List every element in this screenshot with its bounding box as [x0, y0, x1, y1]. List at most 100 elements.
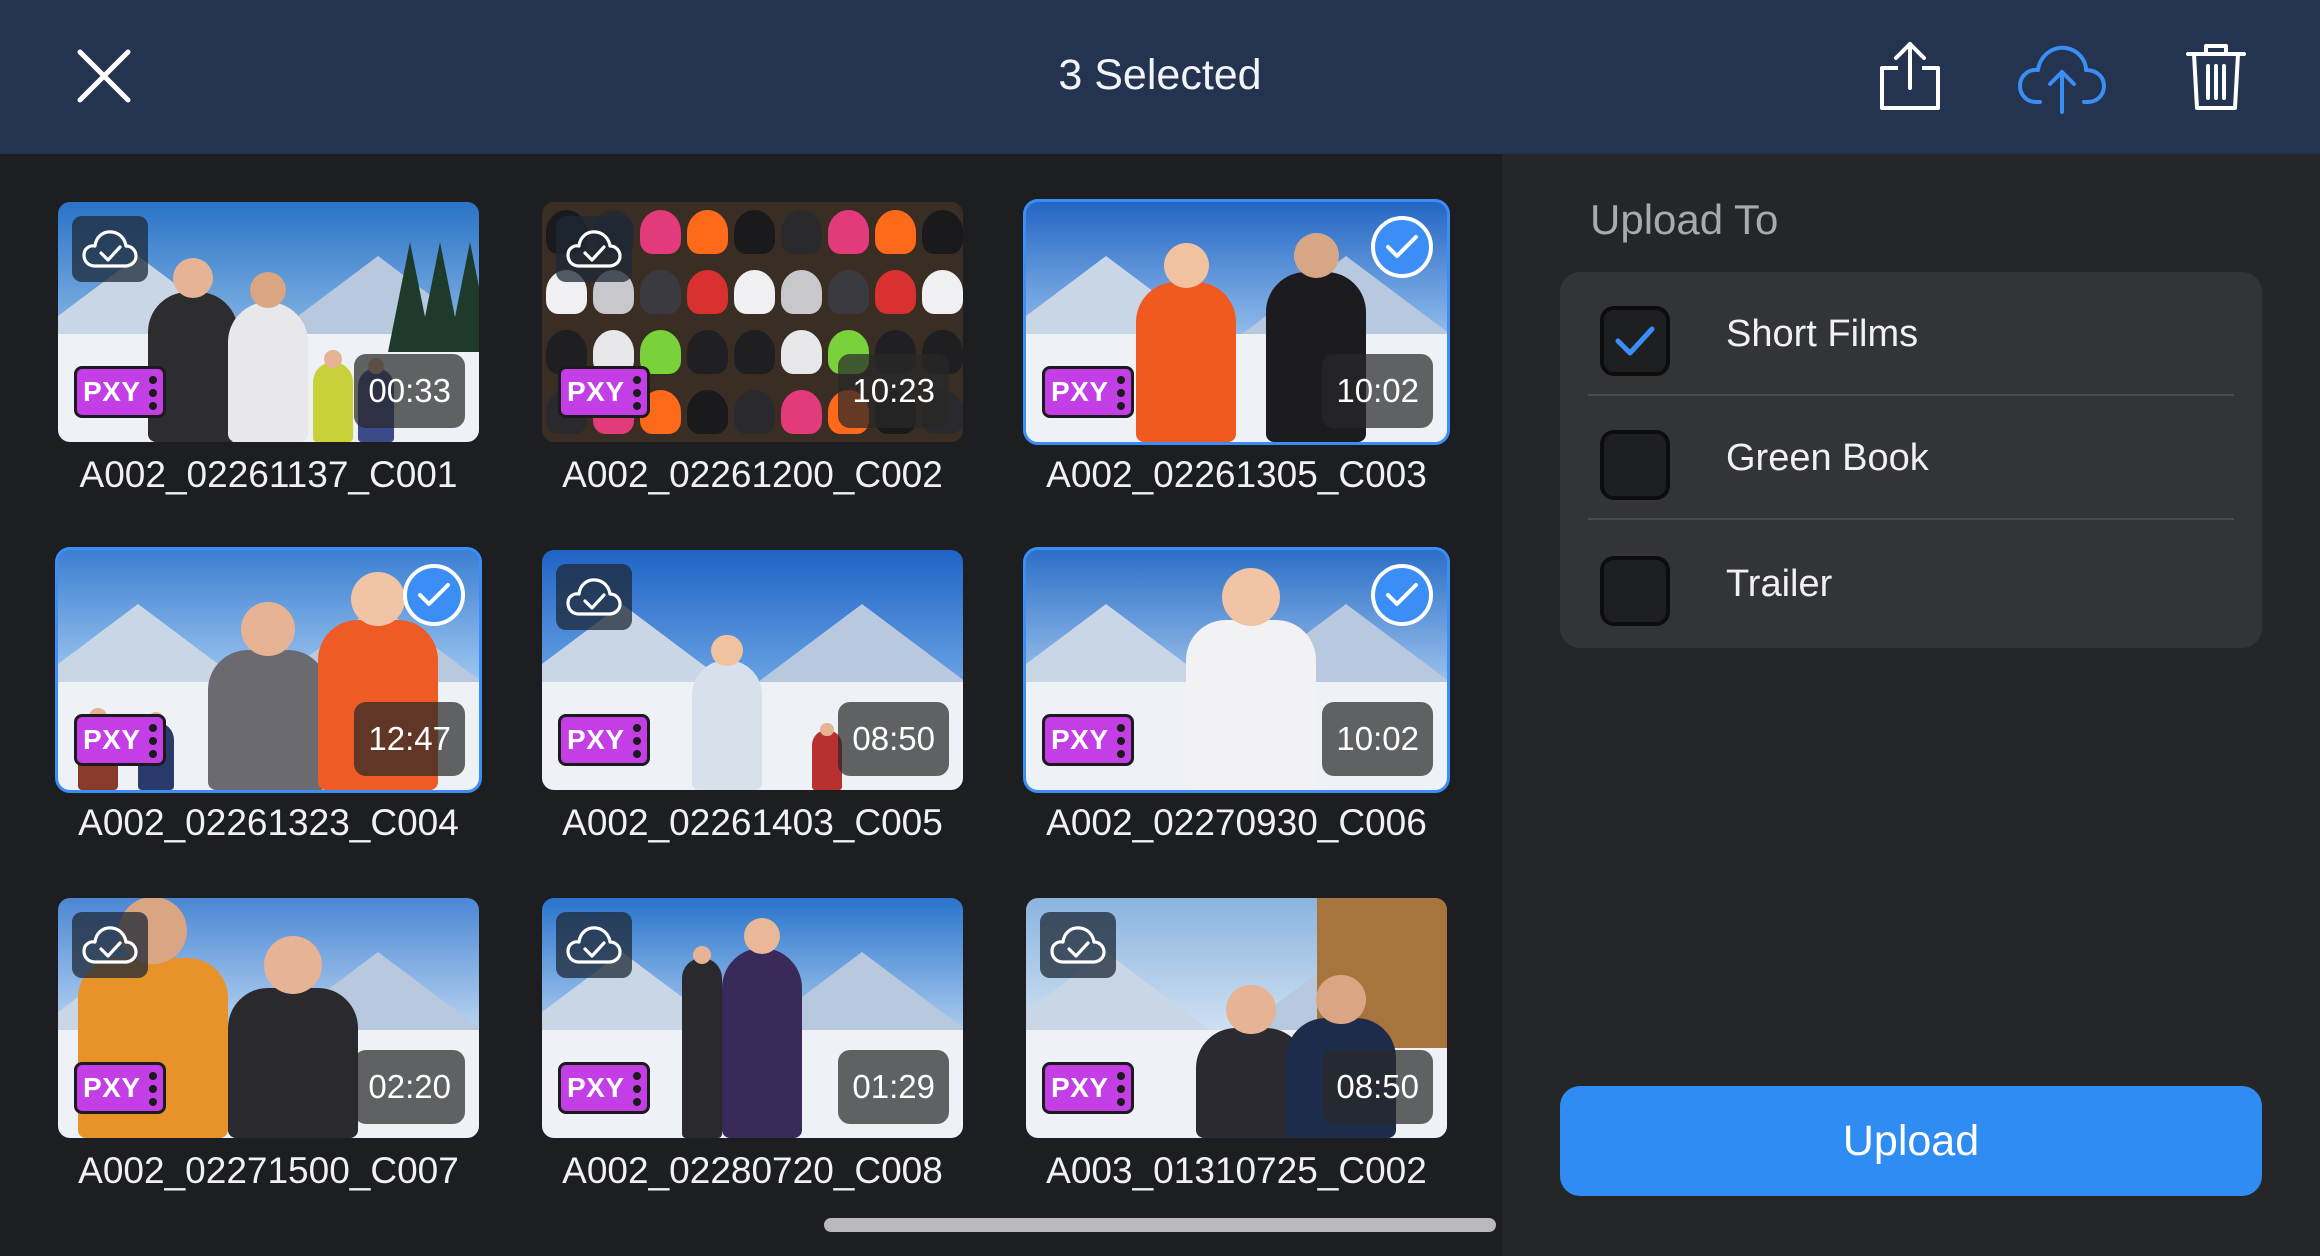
film-sprocket-icon — [149, 376, 157, 410]
clip-duration: 10:23 — [838, 354, 949, 428]
clip-duration: 10:02 — [1322, 702, 1433, 776]
clip-tile[interactable]: PXY 02:20 A002_02271500_C007 — [58, 898, 479, 1192]
clip-duration: 12:47 — [354, 702, 465, 776]
short-films-checkbox[interactable] — [1600, 306, 1670, 376]
cloud-upload-icon — [2018, 45, 2106, 114]
upload-to-heading: Upload To — [1590, 196, 1779, 243]
destination-label: Trailer — [1726, 563, 1833, 605]
film-sprocket-icon — [633, 1072, 641, 1106]
proxy-badge-label: PXY — [567, 1072, 625, 1103]
clip-tile[interactable]: PXY 12:47 A002_02261323_C004 — [55, 547, 482, 844]
clip-thumbnail[interactable]: PXY 08:50 — [542, 550, 963, 790]
destination-label: Short Films — [1726, 313, 1919, 355]
clip-tile[interactable]: PXY 08:50 A002_02261403_C005 — [542, 550, 963, 844]
film-sprocket-icon — [1117, 724, 1125, 758]
cloud-synced-badge — [72, 912, 148, 978]
clip-thumbnail[interactable]: PXY 10:02 — [1023, 547, 1450, 793]
clip-tile[interactable]: PXY 10:02 A002_02270930_C006 — [1023, 547, 1450, 844]
clip-tile[interactable]: PXY 10:02 A002_02261305_C003 — [1023, 199, 1450, 496]
cloud-check-icon — [82, 230, 138, 268]
share-button[interactable] — [1872, 38, 1948, 119]
checkmark-icon — [1386, 235, 1418, 258]
destination-label: Green Book — [1726, 437, 1929, 479]
clip-thumbnail[interactable]: PXY 10:02 — [1023, 199, 1450, 445]
proxy-badge-label: PXY — [567, 724, 625, 755]
proxy-badge: PXY — [74, 1062, 166, 1114]
clip-thumbnail[interactable]: PXY 08:50 — [1026, 898, 1447, 1138]
clip-name: A003_01310725_C002 — [1046, 1150, 1427, 1191]
clip-name: A002_02271500_C007 — [78, 1150, 459, 1191]
proxy-badge-label: PXY — [1051, 724, 1109, 755]
clip-thumbnail[interactable]: PXY 02:20 — [58, 898, 479, 1138]
clip-thumbnail[interactable]: PXY 12:47 — [55, 547, 482, 793]
proxy-badge: PXY — [1042, 366, 1134, 418]
selected-check-badge — [1371, 564, 1433, 626]
film-sprocket-icon — [1117, 1072, 1125, 1106]
green-book-checkbox[interactable] — [1600, 430, 1670, 500]
clip-name: A002_02261305_C003 — [1046, 454, 1427, 495]
clip-thumbnail[interactable]: PXY 10:23 — [542, 202, 963, 442]
selected-check-badge — [403, 564, 465, 626]
selection-title: 3 Selected — [1058, 51, 1262, 99]
proxy-badge: PXY — [74, 714, 166, 766]
cloud-synced-badge — [556, 216, 632, 282]
proxy-badge-label: PXY — [83, 724, 141, 755]
proxy-badge: PXY — [558, 366, 650, 418]
horizontal-scrollbar[interactable] — [824, 1218, 1496, 1232]
clip-duration: 08:50 — [1322, 1050, 1433, 1124]
clip-name: A002_02261403_C005 — [562, 802, 943, 843]
destination-green-book[interactable]: Green Book — [1588, 396, 2234, 520]
close-icon — [77, 49, 131, 103]
clip-duration: 00:33 — [354, 354, 465, 428]
clip-thumbnail[interactable]: PXY 01:29 — [542, 898, 963, 1138]
film-sprocket-icon — [149, 724, 157, 758]
cloud-synced-badge — [72, 216, 148, 282]
selected-check-badge — [1371, 216, 1433, 278]
destination-trailer[interactable]: Trailer — [1588, 522, 2234, 646]
cloud-check-icon — [82, 926, 138, 964]
trailer-checkbox[interactable] — [1600, 556, 1670, 626]
proxy-badge-label: PXY — [83, 376, 141, 407]
film-sprocket-icon — [633, 724, 641, 758]
clip-duration: 02:20 — [354, 1050, 465, 1124]
clip-name: A002_02261137_C001 — [79, 454, 458, 495]
cloud-check-icon — [566, 926, 622, 964]
clip-tile[interactable]: PXY 00:33 A002_02261137_C001 — [58, 202, 479, 496]
clip-duration: 10:02 — [1322, 354, 1433, 428]
share-icon — [1880, 42, 1940, 110]
destination-short-films[interactable]: Short Films — [1588, 272, 2234, 396]
clip-name: A002_02270930_C006 — [1046, 802, 1427, 843]
clip-name: A002_02261323_C004 — [78, 802, 459, 843]
clip-grid: PXY 00:33 A002_02261137_C001 PXY 10:23 A002_0… — [0, 154, 1502, 1256]
cloud-synced-badge — [1040, 912, 1116, 978]
clip-duration: 01:29 — [838, 1050, 949, 1124]
film-sprocket-icon — [1117, 376, 1125, 410]
clip-thumbnail[interactable]: PXY 00:33 — [58, 202, 479, 442]
cloud-check-icon — [1050, 926, 1106, 964]
delete-button[interactable] — [2184, 38, 2248, 119]
checkmark-icon — [1615, 326, 1655, 356]
cloud-check-icon — [566, 578, 622, 616]
upload-button[interactable]: Upload — [1560, 1086, 2262, 1196]
clip-name: A002_02261200_C002 — [562, 454, 943, 495]
clip-duration: 08:50 — [838, 702, 949, 776]
proxy-badge: PXY — [1042, 714, 1134, 766]
clip-tile[interactable]: PXY 01:29 A002_02280720_C008 — [542, 898, 963, 1192]
close-button[interactable] — [72, 44, 136, 108]
film-sprocket-icon — [633, 376, 641, 410]
proxy-badge-label: PXY — [567, 376, 625, 407]
cloud-upload-button[interactable] — [2016, 38, 2108, 119]
upload-sidebar: Upload To Short Films Green Book Trailer… — [1502, 154, 2320, 1256]
clip-tile[interactable]: PXY 10:23 A002_02261200_C002 — [542, 202, 963, 496]
clip-name: A002_02280720_C008 — [562, 1150, 943, 1191]
cloud-check-icon — [566, 230, 622, 268]
clip-tile[interactable]: PXY 08:50 A003_01310725_C002 — [1026, 898, 1447, 1192]
proxy-badge-label: PXY — [1051, 1072, 1109, 1103]
cloud-synced-badge — [556, 912, 632, 978]
cloud-synced-badge — [556, 564, 632, 630]
film-sprocket-icon — [149, 1072, 157, 1106]
proxy-badge: PXY — [558, 714, 650, 766]
proxy-badge-label: PXY — [1051, 376, 1109, 407]
checkmark-icon — [418, 583, 450, 606]
top-bar: 3 Selected — [0, 0, 2320, 154]
